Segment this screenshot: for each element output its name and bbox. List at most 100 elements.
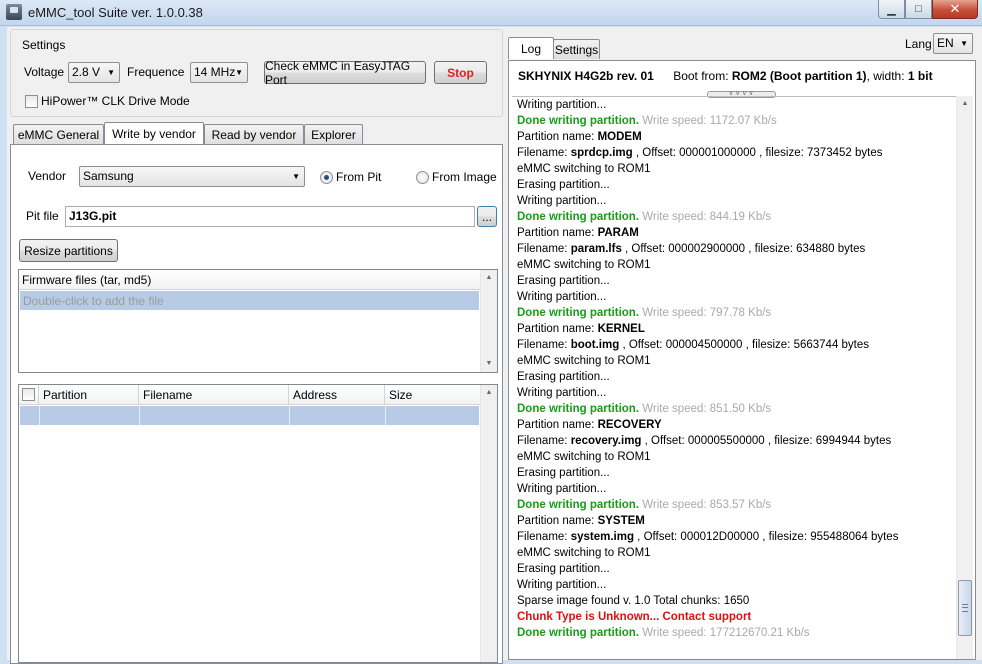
log-line: Erasing partition...: [517, 561, 610, 577]
filename-column[interactable]: Filename: [139, 385, 289, 405]
log-speed: Write speed: 177212670.21 Kb/s: [642, 627, 810, 639]
tab-write-by-vendor[interactable]: Write by vendor: [104, 122, 204, 144]
log-text: Sparse image found v. 1.0 Total chunks: …: [517, 595, 750, 607]
log-label: Filename:: [517, 147, 568, 159]
scroll-up-icon[interactable]: ▲: [481, 385, 497, 401]
vendor-select[interactable]: Samsung ▼: [79, 166, 305, 187]
log-line: Partition name: SYSTEM: [517, 513, 645, 529]
log-line: Done writing partition. Write speed: 853…: [517, 497, 771, 513]
log-line: Erasing partition...: [517, 465, 610, 481]
boot-label: Boot from:: [673, 69, 729, 83]
log-scrollbar[interactable]: ▲: [956, 96, 973, 659]
log-output[interactable]: Writing partition... Done writing partiti…: [512, 96, 957, 659]
close-button[interactable]: ✕: [932, 0, 978, 19]
log-success: Done writing partition.: [517, 307, 640, 319]
log-details: , Offset: 000001000000 , filesize: 73734…: [632, 147, 883, 159]
voltage-select[interactable]: 2.8 V ▼: [68, 62, 120, 83]
log-label: Partition name:: [517, 419, 595, 431]
log-text: Erasing partition...: [517, 563, 610, 575]
log-label: Filename:: [517, 531, 568, 543]
log-label: Filename:: [517, 339, 568, 351]
firmware-scrollbar[interactable]: ▲ ▼: [480, 270, 497, 372]
partition-scrollbar[interactable]: ▲: [480, 385, 497, 662]
scroll-up-icon[interactable]: ▲: [481, 270, 497, 286]
resize-partitions-button[interactable]: Resize partitions: [19, 239, 118, 262]
voltage-value: 2.8 V: [72, 65, 101, 79]
log-text: eMMC switching to ROM1: [517, 163, 651, 175]
log-text: Erasing partition...: [517, 371, 610, 383]
from-image-radio[interactable]: [416, 171, 429, 184]
log-line: Erasing partition...: [517, 369, 610, 385]
size-column[interactable]: Size: [385, 385, 480, 405]
lang-select[interactable]: EN ▼: [933, 33, 973, 54]
chip-info: SKHYNIX H4G2b rev. 01 Boot from: ROM2 (B…: [518, 69, 933, 83]
log-line: Done writing partition. Write speed: 851…: [517, 401, 771, 417]
select-all-checkbox[interactable]: [22, 388, 35, 401]
partition-table[interactable]: Partition Filename Address Size ▲: [18, 384, 498, 663]
select-all-column: [19, 385, 39, 405]
tab-log[interactable]: Log: [508, 37, 554, 59]
log-label: Partition name:: [517, 227, 595, 239]
log-line: Chunk Type is Unknown... Contact support: [517, 609, 751, 625]
firmware-files-list[interactable]: Firmware files (tar, md5) Double-click t…: [18, 269, 498, 373]
stop-button[interactable]: Stop: [434, 61, 487, 84]
scroll-down-icon[interactable]: ▼: [481, 356, 497, 372]
chevron-down-icon: ▼: [235, 68, 243, 77]
from-pit-radio[interactable]: [320, 171, 333, 184]
log-line: Sparse image found v. 1.0 Total chunks: …: [517, 593, 749, 609]
lang-label: Lang: [905, 37, 932, 51]
log-speed: Write speed: 797.78 Kb/s: [642, 307, 772, 319]
log-scroll-thumb[interactable]: [958, 580, 972, 636]
log-line: Erasing partition...: [517, 177, 610, 193]
scroll-up-icon[interactable]: ▲: [957, 96, 973, 112]
firmware-files-header: Firmware files (tar, md5): [19, 270, 480, 290]
chevron-down-icon: ▼: [292, 172, 300, 181]
browse-pit-button[interactable]: ...: [477, 206, 497, 227]
pit-file-input[interactable]: J13G.pit: [65, 206, 475, 227]
width-label: , width:: [866, 69, 905, 83]
log-text: Writing partition...: [517, 195, 607, 207]
log-text: eMMC switching to ROM1: [517, 259, 651, 271]
lang-value: EN: [937, 36, 954, 50]
log-details: , Offset: 000002900000 , filesize: 63488…: [621, 243, 866, 255]
log-success: Done writing partition.: [517, 499, 640, 511]
minimize-button[interactable]: ▁: [878, 0, 905, 19]
partition-table-header: Partition Filename Address Size: [19, 385, 480, 405]
tab-emmc-general[interactable]: eMMC General: [13, 124, 104, 144]
log-speed: Write speed: 853.57 Kb/s: [642, 499, 772, 511]
address-column[interactable]: Address: [289, 385, 385, 405]
log-line: Done writing partition. Write speed: 844…: [517, 209, 771, 225]
log-text: eMMC switching to ROM1: [517, 355, 651, 367]
vendor-label: Vendor: [28, 169, 67, 183]
log-speed: Write speed: 851.50 Kb/s: [642, 403, 772, 415]
width-value: 1 bit: [907, 69, 933, 83]
maximize-button[interactable]: □: [905, 0, 932, 19]
partition-column[interactable]: Partition: [39, 385, 139, 405]
app-icon: [6, 4, 22, 20]
log-partition-name: PARAM: [597, 227, 639, 239]
log-text: eMMC switching to ROM1: [517, 451, 651, 463]
log-label: Partition name:: [517, 323, 595, 335]
log-line: Filename: system.img , Offset: 000012D00…: [517, 529, 898, 545]
chip-name: SKHYNIX H4G2b rev. 01: [518, 69, 654, 83]
log-text: Writing partition...: [517, 99, 607, 111]
table-row[interactable]: [20, 406, 479, 425]
tab-explorer[interactable]: Explorer: [304, 124, 363, 144]
tab-read-by-vendor[interactable]: Read by vendor: [204, 124, 304, 144]
hipower-checkbox[interactable]: [25, 95, 38, 108]
title-bar[interactable]: eMMC_tool Suite ver. 1.0.0.38 ▁ □ ✕: [0, 0, 982, 26]
log-line: eMMC switching to ROM1: [517, 449, 651, 465]
tab-settings[interactable]: Settings: [553, 39, 600, 59]
log-text: Erasing partition...: [517, 179, 610, 191]
log-success: Done writing partition.: [517, 627, 640, 639]
maximize-icon: □: [915, 3, 922, 15]
check-emmc-button[interactable]: Check eMMC in EasyJTAG Port: [264, 59, 426, 87]
firmware-add-hint[interactable]: Double-click to add the file: [20, 291, 479, 310]
log-line: Filename: recovery.img , Offset: 0000055…: [517, 433, 891, 449]
log-partition-name: MODEM: [597, 131, 642, 143]
log-text: Erasing partition...: [517, 467, 610, 479]
frequence-select[interactable]: 14 MHz ▼: [190, 62, 248, 83]
boot-value: ROM2 (Boot partition 1): [731, 69, 867, 83]
log-line: Filename: sprdcp.img , Offset: 000001000…: [517, 145, 882, 161]
log-line: All done.: [517, 657, 566, 659]
